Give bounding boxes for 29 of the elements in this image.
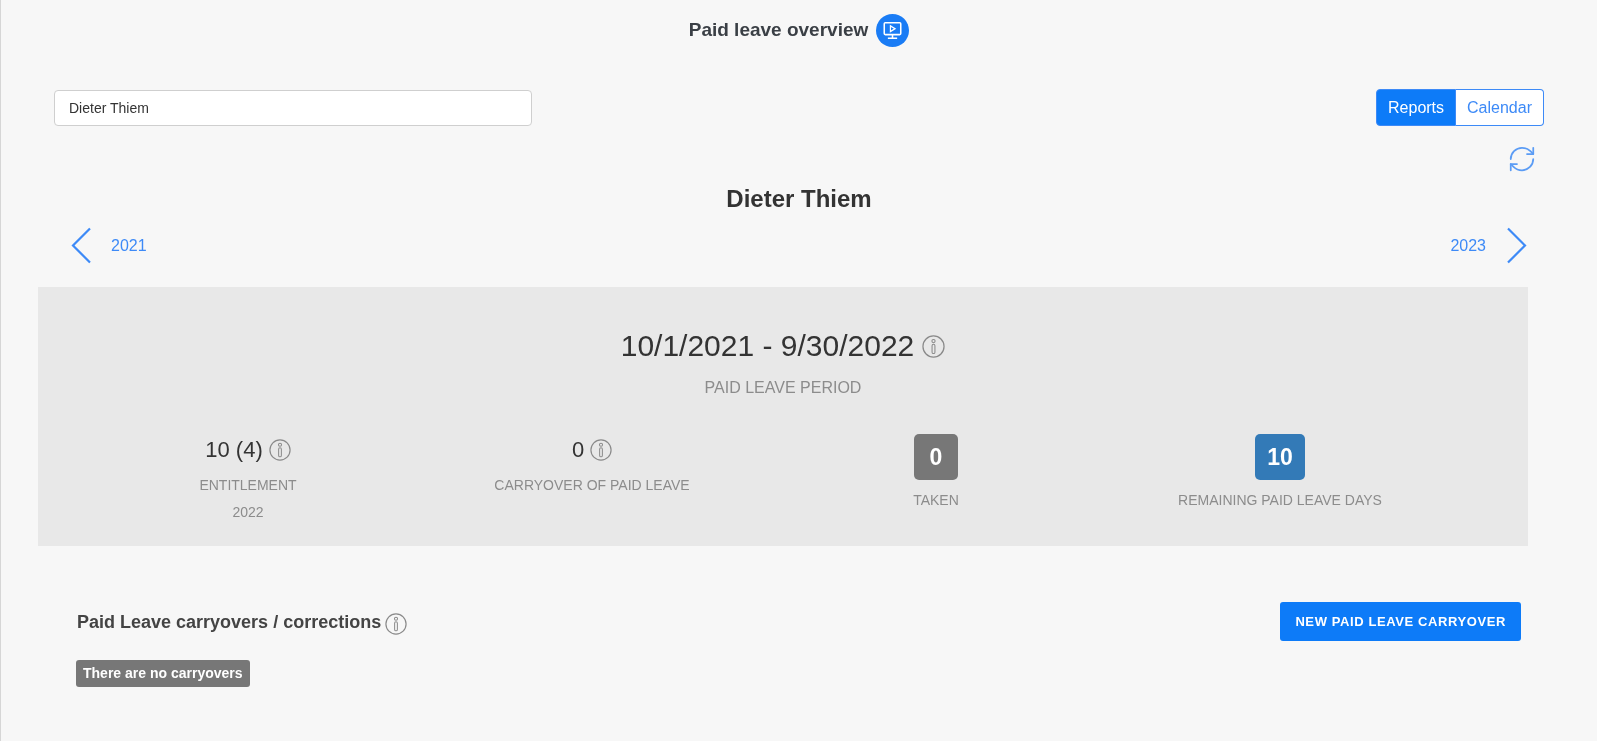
count-badge: 10 xyxy=(1255,434,1305,480)
page-title: Paid leave overview xyxy=(688,18,869,42)
info-icon[interactable] xyxy=(385,612,408,635)
chevron-left-icon xyxy=(70,227,92,264)
employee-name: Dieter Thiem xyxy=(726,184,872,214)
monitor-play-icon[interactable] xyxy=(876,13,910,47)
empty-state-badge: There are no carryovers xyxy=(76,660,250,687)
search-field[interactable]: Dieter Thiem xyxy=(54,89,532,126)
view-tab[interactable]: Calendar xyxy=(1456,89,1544,126)
next-year-link[interactable]: 2023 xyxy=(1450,227,1528,264)
chevron-right-icon xyxy=(1506,227,1528,264)
stat-value: 10 (4) xyxy=(205,436,263,464)
info-icon[interactable] xyxy=(590,439,613,461)
period-label: PAID LEAVE PERIOD xyxy=(704,378,862,398)
refresh-icon[interactable] xyxy=(1507,144,1537,174)
stat-label: CARRYOVER OF PAID LEAVE xyxy=(494,476,690,494)
stat-sublabel: 2022 xyxy=(232,503,264,521)
info-icon[interactable] xyxy=(922,334,946,358)
stat-value: 0 xyxy=(571,436,585,464)
period-range: 10/1/2021 - 9/30/2022 xyxy=(620,328,915,364)
stat-label: REMAINING PAID LEAVE DAYS xyxy=(1178,491,1382,509)
stat-label: ENTITLEMENT xyxy=(199,476,297,494)
new-carryover-button[interactable]: NEW PAID LEAVE CARRYOVER xyxy=(1280,602,1521,641)
previous-year-link[interactable]: 2021 xyxy=(70,227,147,264)
info-icon[interactable] xyxy=(268,439,291,461)
view-tab[interactable]: Reports xyxy=(1376,89,1457,126)
stat-label: TAKEN xyxy=(913,491,959,509)
count-badge: 0 xyxy=(914,434,958,480)
section-title: Paid Leave carryovers / corrections xyxy=(77,610,382,634)
